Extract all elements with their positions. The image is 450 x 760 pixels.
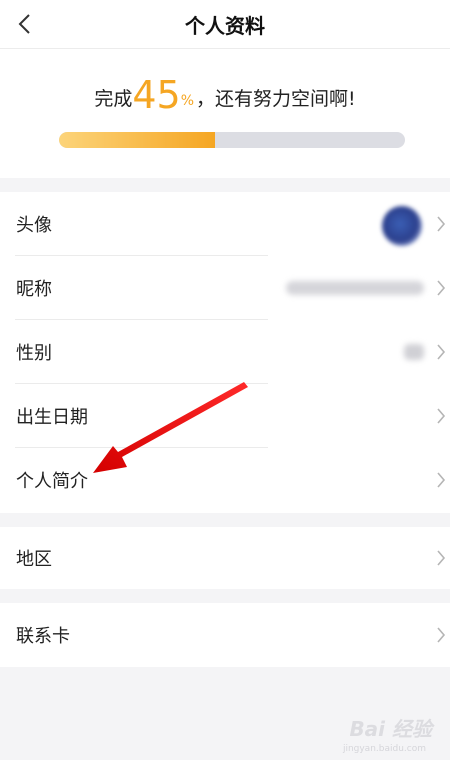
completion-progress-fill: [59, 132, 215, 148]
chevron-right-icon: [437, 408, 446, 424]
row-contact-card[interactable]: 联系卡: [0, 603, 450, 667]
completion-suffix: ，还有努力空间啊!: [196, 88, 356, 110]
row-gender[interactable]: 性别: [0, 320, 450, 384]
row-birthday[interactable]: 出生日期: [0, 384, 450, 448]
row-label-contact-card: 联系卡: [16, 626, 70, 647]
chevron-right-icon: [437, 550, 446, 566]
row-label-bio: 个人简介: [16, 471, 88, 492]
completion-progress-bar: [59, 132, 405, 148]
row-nickname[interactable]: 昵称: [0, 256, 450, 320]
row-avatar[interactable]: 头像: [0, 192, 450, 256]
chevron-right-icon: [437, 627, 446, 643]
top-bar: 个人资料: [0, 0, 450, 49]
row-label-region: 地区: [16, 549, 52, 570]
contact-card-section: 联系卡: [0, 603, 450, 667]
chevron-right-icon: [437, 216, 446, 232]
row-label-nickname: 昵称: [16, 279, 52, 300]
completion-card: 完成45% ，还有努力空间啊!: [0, 49, 450, 178]
avatar: [382, 206, 422, 246]
chevron-right-icon: [437, 344, 446, 360]
region-section: 地区: [0, 527, 450, 589]
page-title: 个人资料: [185, 14, 265, 38]
gender-value-blurred: [404, 344, 424, 360]
completion-percent-sign: %: [180, 93, 195, 109]
row-bio[interactable]: 个人简介: [0, 448, 450, 512]
row-region[interactable]: 地区: [0, 527, 450, 589]
completion-percent: 45: [132, 73, 181, 117]
basic-info-section: 头像 昵称 性别 出生日期 个人简介: [0, 192, 450, 513]
completion-prefix: 完成: [94, 88, 133, 110]
row-label-birthday: 出生日期: [16, 407, 88, 428]
profile-page: 个人资料 完成45% ，还有努力空间啊! 头像 昵称 性别 出生日期 个人简介 …: [0, 0, 450, 760]
row-label-gender: 性别: [16, 343, 52, 364]
completion-text: 完成45% ，还有努力空间啊!: [0, 73, 450, 117]
nickname-value-blurred: [286, 281, 424, 295]
row-label-avatar: 头像: [16, 215, 52, 236]
watermark-logo: Bai 经验: [349, 717, 432, 741]
chevron-right-icon: [437, 280, 446, 296]
chevron-right-icon: [437, 472, 446, 488]
watermark-url: jingyan.baidu.com: [342, 744, 426, 754]
